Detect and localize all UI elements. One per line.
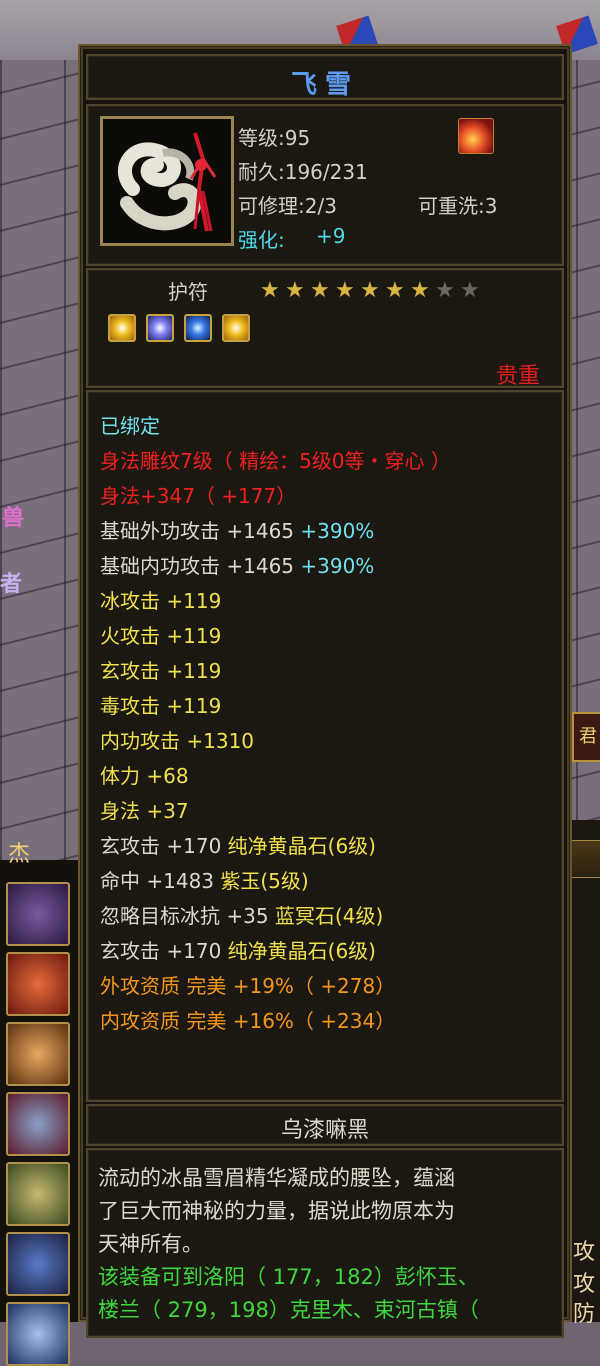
attribute-line: 毒攻击 +119 <box>100 690 221 719</box>
attribute-line: 玄攻击 +119 <box>100 655 221 684</box>
star-empty-icon: ★ <box>435 278 455 303</box>
equipment-slot-gloves[interactable] <box>6 1092 70 1156</box>
attribute-line: 身法雕纹7级（ 精绘：5级0等・穿心 ） <box>100 445 451 474</box>
item-dye-name: 乌漆嘛黑 <box>280 1118 369 1143</box>
gem-slot-icon[interactable] <box>146 314 174 342</box>
description-line: 该装备可到洛阳（ 177，182）彭怀玉、 <box>98 1265 479 1289</box>
attack-label: 攻 <box>573 1272 596 1297</box>
attribute-text: 身法+347（ +177） <box>100 484 297 508</box>
attribute-text: 毒攻击 +119 <box>100 694 222 718</box>
attribute-text: 玄攻击 +119 <box>100 659 222 683</box>
attribute-text: 体力 +68 <box>100 764 189 788</box>
star-filled-icon: ★ <box>310 278 330 303</box>
attribute-line: 身法 +37 <box>100 795 189 824</box>
equipment-slot-boots[interactable] <box>6 1232 70 1296</box>
attribute-text: 火攻击 +119 <box>100 624 222 648</box>
attribute-text: 冰攻击 +119 <box>100 589 222 613</box>
description-line: 流动的冰晶雪眉精华凝成的腰坠，蕴涵 <box>98 1166 455 1190</box>
attribute-line: 体力 +68 <box>100 760 189 789</box>
defense-label: 防 <box>573 1302 596 1327</box>
attribute-line: 命中 +1483 紫玉(5级) <box>100 865 309 894</box>
item-enhance-value: +9 <box>316 224 346 248</box>
attribute-text: 紫玉(5级) <box>220 869 309 893</box>
star-filled-icon: ★ <box>260 278 280 303</box>
attribute-line: 基础外功攻击 +1465 +390% <box>100 515 374 544</box>
item-icon-frame <box>100 116 234 246</box>
attribute-line: 内攻资质 完美 +16%（ +234） <box>100 1005 395 1034</box>
attribute-text: 玄攻击 +170 <box>100 939 228 963</box>
description-section: 流动的冰晶雪眉精华凝成的腰坠，蕴涵 了巨大而神秘的力量，据说此物原本为 天神所有… <box>86 1148 564 1338</box>
attribute-text: 身法雕纹7级（ 精绘：5级0等・穿心 ） <box>100 449 451 473</box>
gem-slot-icon[interactable] <box>184 314 212 342</box>
item-name: 飞雪 <box>290 70 359 100</box>
attribute-line: 火攻击 +119 <box>100 620 221 649</box>
attribute-line: 玄攻击 +170 纯净黄晶石(6级) <box>100 935 376 964</box>
attribute-line: 冰攻击 +119 <box>100 585 221 614</box>
attribute-line: 身法+347（ +177） <box>100 480 296 509</box>
star-empty-icon: ★ <box>460 278 480 303</box>
item-durability: 耐久:196/231 <box>238 160 368 184</box>
equipment-slot-bracer[interactable] <box>6 882 70 946</box>
attribute-text: 身法 +37 <box>100 799 189 823</box>
attribute-text: 外攻资质 完美 +19%（ +278） <box>100 974 396 998</box>
side-tab-button[interactable]: 君 <box>572 712 600 762</box>
attribute-text: 纯净黄晶石(6级) <box>227 834 376 858</box>
fire-element-icon <box>458 118 494 154</box>
attribute-text: +390% <box>300 554 375 578</box>
description-line: 楼兰（ 279，198）克里木、束河古镇（ <box>98 1298 479 1322</box>
charm-label: 护符 <box>168 280 208 304</box>
world-label-fragment: 兽 <box>2 506 25 531</box>
attribute-text: 纯净黄晶石(6级) <box>227 939 376 963</box>
attribute-text: 命中 +1483 <box>100 869 221 893</box>
attribute-text: 内攻资质 完美 +16%（ +234） <box>100 1009 396 1033</box>
tooltip-title-bar: 飞雪 <box>86 54 564 100</box>
item-repairable: 可修理:2/3 <box>238 194 337 218</box>
inventory-bar: 杰 <box>0 842 80 1366</box>
description-line: 了巨大而神秘的力量，据说此物原本为 <box>98 1199 455 1223</box>
attribute-line: 外攻资质 完美 +19%（ +278） <box>100 970 395 999</box>
star-filled-icon: ★ <box>335 278 355 303</box>
dye-section: 乌漆嘛黑 <box>86 1104 564 1146</box>
attribute-text: 内功攻击 +1310 <box>100 729 255 753</box>
gem-slot-icon[interactable] <box>108 314 136 342</box>
item-enhance-label: 强化: <box>238 228 285 252</box>
star-filled-icon: ★ <box>285 278 305 303</box>
charm-section: 护符 ★ ★ ★ ★ ★ ★ ★ ★ ★ 贵重 <box>86 268 564 389</box>
gem-slot-icon[interactable] <box>222 314 250 342</box>
attribute-section: 已绑定身法雕纹7级（ 精绘：5级0等・穿心 ） 身法+347（ +177） 基础外功… <box>86 390 564 1102</box>
world-label-fragment: 者 <box>0 572 23 597</box>
item-rewashable: 可重洗:3 <box>418 194 498 218</box>
attribute-line: 玄攻击 +170 纯净黄晶石(6级) <box>100 830 376 859</box>
star-filled-icon: ★ <box>385 278 405 303</box>
attribute-text: 忽略目标冰抗 +35 <box>100 904 275 928</box>
character-panel-header <box>570 840 600 878</box>
equipment-slot-ring[interactable] <box>6 1302 70 1366</box>
description-line: 天神所有。 <box>98 1232 203 1256</box>
attribute-text: 玄攻击 +170 <box>100 834 228 858</box>
item-tooltip: 飞雪 等级:95 耐久:196/231 可修理:2/3 可重洗:3 强化: +9… <box>78 44 572 1338</box>
attribute-text: +390% <box>300 519 375 543</box>
item-description: 流动的冰晶雪眉精华凝成的腰坠，蕴涵 了巨大而神秘的力量，据说此物原本为 天神所有… <box>98 1162 552 1327</box>
attribute-text: 已绑定 <box>100 414 160 438</box>
item-header: 等级:95 耐久:196/231 可修理:2/3 可重洗:3 强化: +9 <box>86 104 564 266</box>
star-filled-icon: ★ <box>410 278 430 303</box>
item-level: 等级:95 <box>238 126 311 150</box>
equipment-slot-armguard[interactable] <box>6 1022 70 1086</box>
attribute-line: 基础内功攻击 +1465 +390% <box>100 550 374 579</box>
inventory-bar-label: 杰 <box>8 842 31 867</box>
attribute-line: 已绑定 <box>100 410 160 439</box>
attribute-text: 基础内功攻击 +1465 <box>100 554 301 578</box>
equipment-slot-belt[interactable] <box>6 1162 70 1226</box>
item-rarity: 贵重 <box>495 364 540 389</box>
attribute-line: 内功攻击 +1310 <box>100 725 254 754</box>
attribute-text: 基础外功攻击 +1465 <box>100 519 301 543</box>
equipment-slot-scroll[interactable] <box>6 952 70 1016</box>
star-filled-icon: ★ <box>360 278 380 303</box>
attack-label: 攻 <box>573 1240 596 1265</box>
attribute-text: 蓝冥石(4级) <box>274 904 384 928</box>
jade-pendant-icon <box>103 119 231 243</box>
attribute-line: 忽略目标冰抗 +35 蓝冥石(4级) <box>100 900 383 929</box>
